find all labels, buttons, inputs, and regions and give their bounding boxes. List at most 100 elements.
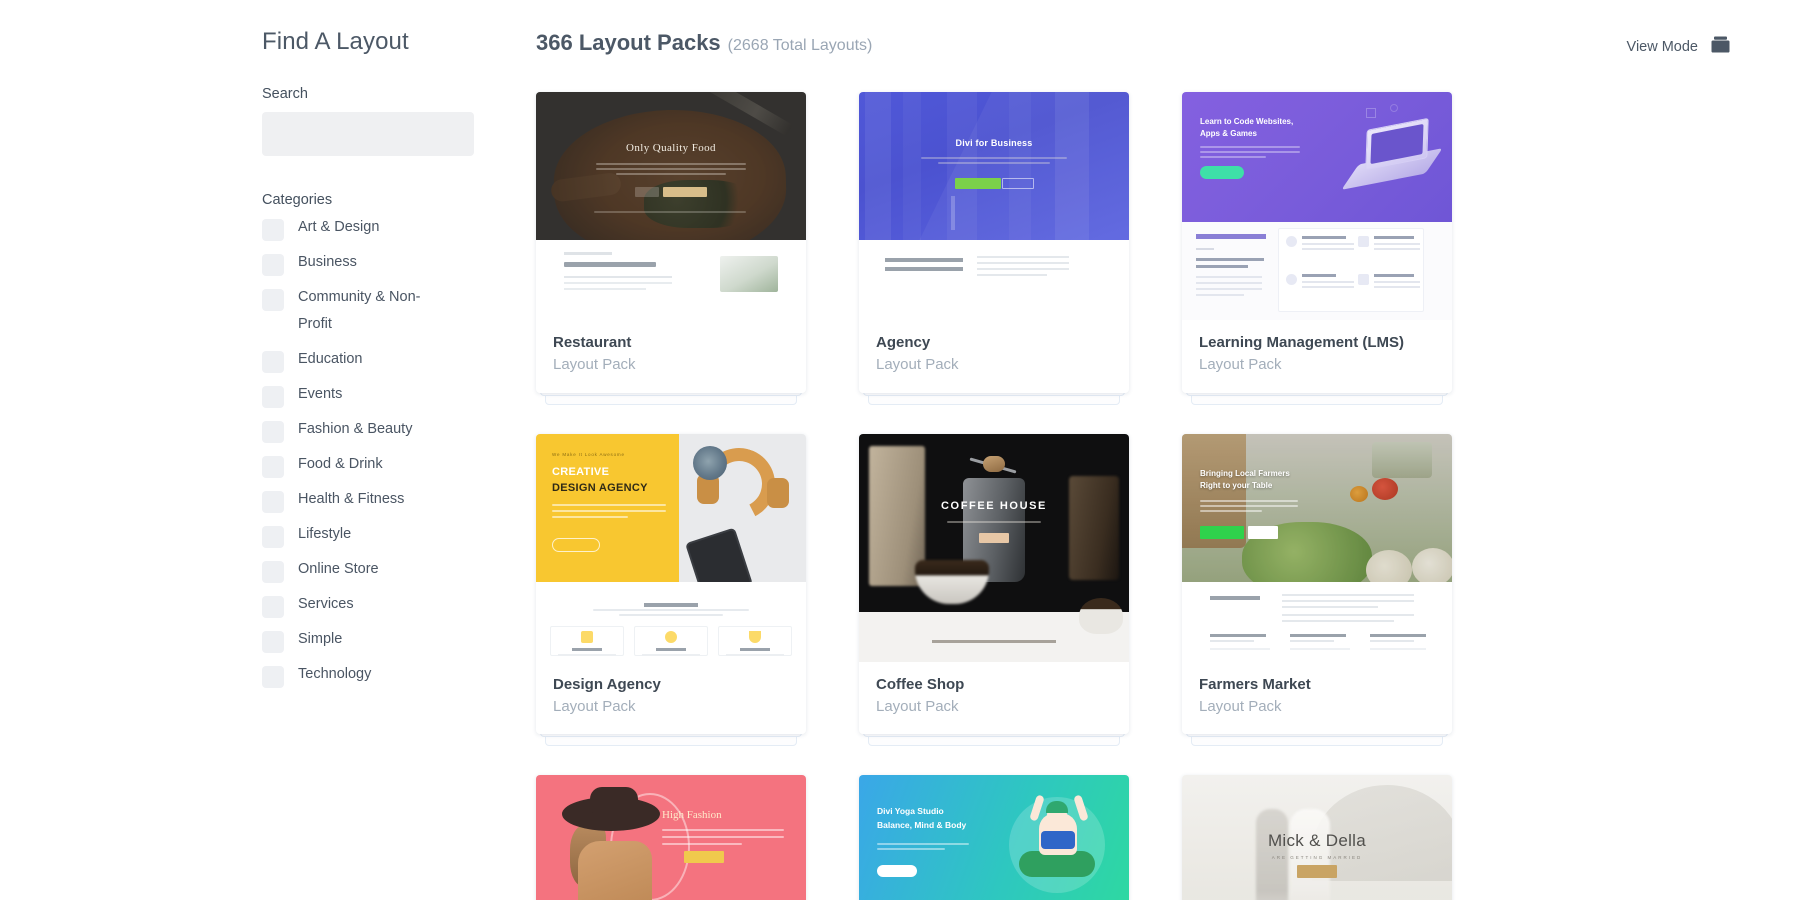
layout-pack-card[interactable]: High Fashion (536, 775, 806, 900)
card-restaurant[interactable]: Only Quality Food Restaurant Layout Pack (536, 92, 806, 393)
category-row[interactable]: Art & Design (262, 218, 477, 241)
search-group: Search (262, 86, 477, 156)
layout-pack-card[interactable]: Bringing Local Farmers Right to your Tab… (1182, 433, 1452, 746)
layout-pack-count: 366 Layout Packs (536, 30, 721, 55)
card-lms[interactable]: Learn to Code Websites, Apps & Games Lea… (1182, 92, 1452, 393)
page-title: Find A Layout (262, 28, 409, 55)
layout-pack-grid: Only Quality Food Restaurant Layout Pack… (536, 92, 1536, 900)
card-meta: Restaurant Layout Pack (536, 320, 806, 393)
category-label: Art & Design (298, 219, 380, 235)
card-meta: Agency Layout Pack (859, 320, 1129, 393)
category-label: Events (298, 385, 343, 402)
card-subtitle: Layout Pack (553, 356, 636, 374)
layout-browser-page: Find A Layout Search Categories Art & De… (0, 0, 1800, 900)
category-label: Simple (298, 630, 343, 647)
thumb-heading: COFFEE HOUSE (941, 499, 1047, 512)
thumb-heading-1: CREATIVE (552, 465, 610, 478)
category-checkbox[interactable] (262, 525, 284, 548)
category-checkbox[interactable] (262, 630, 284, 653)
thumbnail-restaurant: Only Quality Food (536, 92, 806, 320)
category-row[interactable]: Online Store (262, 560, 477, 583)
card-title: Learning Management (LMS) (1199, 334, 1405, 351)
categories-list: Art & Design Business Community & Non-Prof… (262, 218, 477, 688)
category-label: Lifestyle (298, 525, 352, 542)
category-row[interactable]: Services (262, 595, 477, 618)
category-row[interactable]: Community & Non-Profit (262, 288, 477, 338)
card-title: Restaurant (553, 334, 632, 351)
total-layouts-count: (2668 Total Layouts) (727, 37, 873, 54)
category-checkbox[interactable] (262, 289, 284, 311)
category-checkbox[interactable] (262, 490, 284, 513)
card-title: Coffee Shop (876, 675, 965, 693)
thumb-heading-2: DESIGN AGENCY (552, 481, 648, 494)
card-farmers-market[interactable]: Bringing Local Farmers Right to your Tab… (1182, 433, 1452, 735)
category-row[interactable]: Simple (262, 630, 477, 653)
layout-pack-card[interactable]: Only Quality Food Restaurant Layout Pack (536, 92, 806, 405)
category-row[interactable]: Lifestyle (262, 525, 477, 548)
category-row[interactable]: Business (262, 253, 477, 276)
category-row[interactable]: Technology (262, 665, 477, 688)
thumbnail-coffee-shop: COFFEE HOUSE (859, 433, 1129, 662)
layout-pack-card[interactable]: COFFEE HOUSE Coffee Shop Layout Pack (859, 433, 1129, 746)
category-label: Health & Fitness (298, 490, 405, 507)
category-label: Technology (298, 665, 372, 682)
card-meta: Farmers Market Layout Pack (1182, 662, 1452, 735)
thumb-heading: Mick & Della (1267, 831, 1367, 850)
card-design-agency[interactable]: We Make It Look Awesome CREATIVE DESIGN … (536, 433, 806, 735)
categories-label: Categories (262, 192, 333, 208)
card-high-fashion[interactable]: High Fashion (536, 775, 806, 900)
category-row[interactable]: Food & Drink (262, 455, 477, 478)
layout-pack-card[interactable]: Learn to Code Websites, Apps & Games Lea… (1182, 92, 1452, 405)
category-label: Fashion & Beauty (298, 420, 413, 437)
search-label: Search (262, 86, 308, 102)
layout-pack-card[interactable]: Mick & Della ARE GETTING MARRIED Wedding… (1182, 775, 1452, 900)
category-row[interactable]: Fashion & Beauty (262, 420, 477, 443)
content-header: 366 Layout Packs (2668 Total Layouts) Vie… (536, 24, 1766, 70)
category-label: Community & Non-Profit (298, 289, 421, 332)
card-coffee-shop[interactable]: COFFEE HOUSE Coffee Shop Layout Pack (859, 433, 1129, 734)
category-row[interactable]: Education (262, 350, 477, 373)
folder-icon[interactable] (1711, 36, 1730, 58)
category-checkbox[interactable] (262, 254, 284, 276)
card-subtitle: Layout Pack (553, 697, 636, 715)
results-heading: 366 Layout Packs (2668 Total Layouts) (536, 30, 872, 56)
card-title: Farmers Market (1199, 675, 1311, 693)
card-meta: Learning Management (LMS) Layout Pack (1182, 320, 1452, 393)
category-label: Business (298, 254, 357, 270)
category-checkbox[interactable] (262, 595, 284, 618)
search-input[interactable] (262, 112, 474, 156)
thumbnail-yoga-studio: Divi Yoga Studio Balance, Mind & Body (859, 775, 1129, 900)
layout-pack-card[interactable]: Divi Yoga Studio Balance, Mind & Body (859, 775, 1129, 900)
category-label: Education (298, 350, 363, 367)
category-label: Services (298, 595, 354, 612)
card-agency[interactable]: Divi for Business Agency Layout Pack (859, 92, 1129, 393)
category-checkbox[interactable] (262, 455, 284, 478)
category-checkbox[interactable] (262, 385, 284, 408)
thumbnail-agency: Divi for Business (859, 92, 1129, 320)
category-checkbox[interactable] (262, 219, 284, 241)
thumb-heading: Divi for Business (955, 138, 1033, 148)
category-row[interactable]: Events (262, 385, 477, 408)
card-meta: Design Agency Layout Pack (536, 662, 806, 735)
card-wedding[interactable]: Mick & Della ARE GETTING MARRIED Wedding… (1182, 775, 1452, 900)
thumbnail-design-agency: We Make It Look Awesome CREATIVE DESIGN … (536, 433, 806, 662)
category-checkbox[interactable] (262, 665, 284, 688)
card-title: Design Agency (553, 675, 661, 693)
category-row[interactable]: Health & Fitness (262, 490, 477, 513)
card-title: Agency (876, 334, 931, 351)
thumb-heading: Learn to Code Websites, Apps & Games (1200, 117, 1294, 138)
card-subtitle: Layout Pack (876, 697, 959, 715)
category-checkbox[interactable] (262, 420, 284, 443)
card-subtitle: Layout Pack (876, 356, 959, 374)
thumb-heading: Bringing Local Farmers Right to your Tab… (1200, 468, 1290, 491)
thumbnail-lms: Learn to Code Websites, Apps & Games (1182, 92, 1452, 320)
layout-pack-card[interactable]: We Make It Look Awesome CREATIVE DESIGN … (536, 433, 806, 746)
card-yoga-studio[interactable]: Divi Yoga Studio Balance, Mind & Body (859, 775, 1129, 900)
thumb-subheading: ARE GETTING MARRIED (1271, 855, 1363, 860)
category-checkbox[interactable] (262, 560, 284, 583)
view-mode-toggle[interactable]: View Mode (1627, 36, 1730, 58)
thumb-tag: We Make It Look Awesome (552, 451, 625, 457)
thumbnail-wedding: Mick & Della ARE GETTING MARRIED (1182, 775, 1452, 900)
category-checkbox[interactable] (262, 350, 284, 373)
layout-pack-card[interactable]: Divi for Business Agency Layout Pack (859, 92, 1129, 405)
